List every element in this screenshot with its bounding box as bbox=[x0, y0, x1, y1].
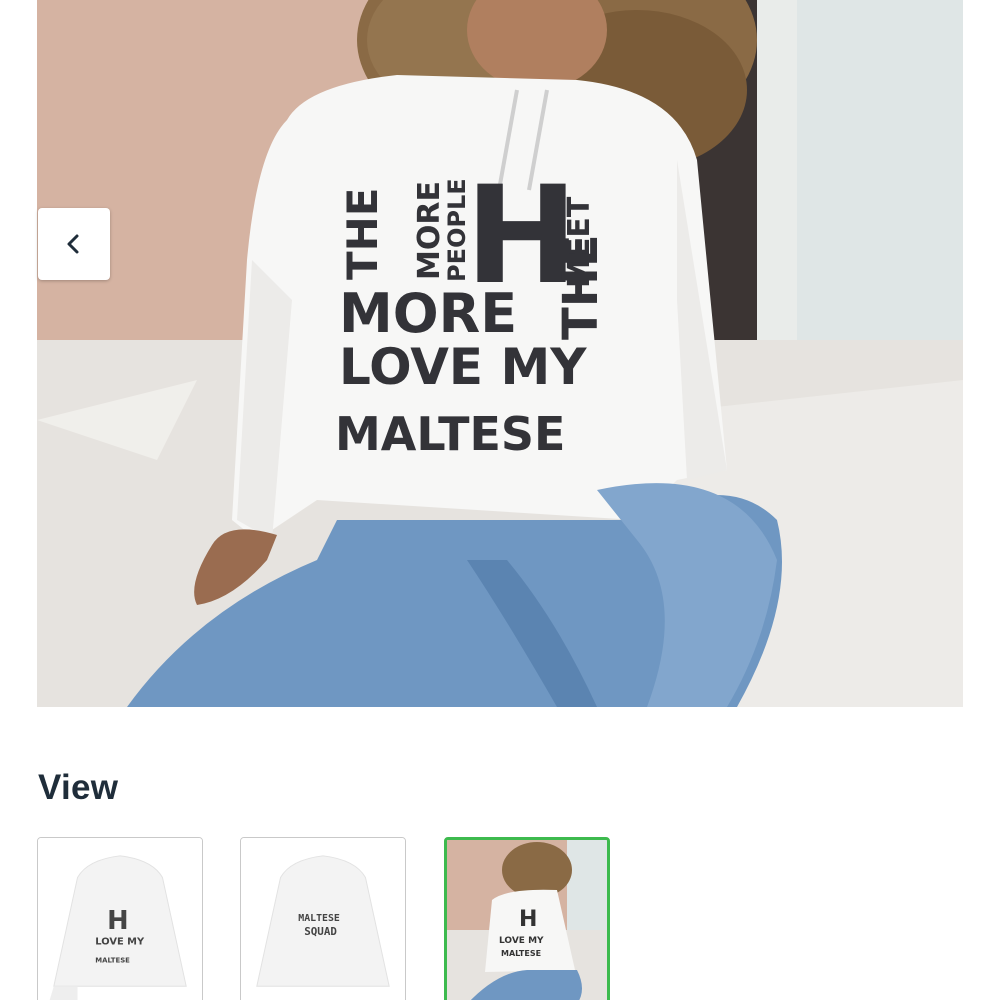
product-gallery-page: THE MORE PEOPLE H MEET THE MORE LOVE MY … bbox=[0, 0, 997, 1000]
model-photo-illustration: THE MORE PEOPLE H MEET THE MORE LOVE MY … bbox=[37, 0, 963, 707]
previous-image-button[interactable] bbox=[38, 208, 110, 280]
print-more-small: MORE bbox=[412, 181, 447, 280]
thumb-front-love: LOVE MY bbox=[95, 937, 145, 948]
thumb-back-maltese: MALTESE bbox=[298, 913, 340, 924]
back-hoodie-image: MALTESE SQUAD bbox=[241, 838, 405, 1000]
model-thumbnail-image: H LOVE MY MALTESE bbox=[447, 840, 607, 1000]
thumb-model-love: LOVE MY bbox=[499, 936, 544, 946]
print-more-big: MORE bbox=[339, 282, 517, 345]
thumb-front-h: H bbox=[107, 906, 128, 936]
print-maltese: MALTESE bbox=[335, 407, 565, 461]
thumb-back-squad: SQUAD bbox=[304, 925, 337, 938]
chevron-left-icon bbox=[67, 234, 79, 254]
thumb-front-maltese: MALTESE bbox=[95, 957, 130, 965]
print-the: THE bbox=[338, 188, 387, 281]
thumb-model-maltese: MALTESE bbox=[501, 949, 541, 958]
thumb-model-h: H bbox=[519, 907, 537, 932]
print-love-my: LOVE MY bbox=[339, 338, 587, 396]
print-the-right: THE bbox=[553, 234, 609, 340]
view-heading: View bbox=[38, 768, 119, 807]
main-product-image: THE MORE PEOPLE H MEET THE MORE LOVE MY … bbox=[37, 0, 963, 707]
front-hoodie-image: H LOVE MY MALTESE bbox=[38, 838, 202, 1000]
thumbnail-front[interactable]: H LOVE MY MALTESE bbox=[37, 837, 203, 1000]
thumbnail-back[interactable]: MALTESE SQUAD bbox=[240, 837, 406, 1000]
thumbnail-model-selected[interactable]: H LOVE MY MALTESE bbox=[444, 837, 610, 1000]
